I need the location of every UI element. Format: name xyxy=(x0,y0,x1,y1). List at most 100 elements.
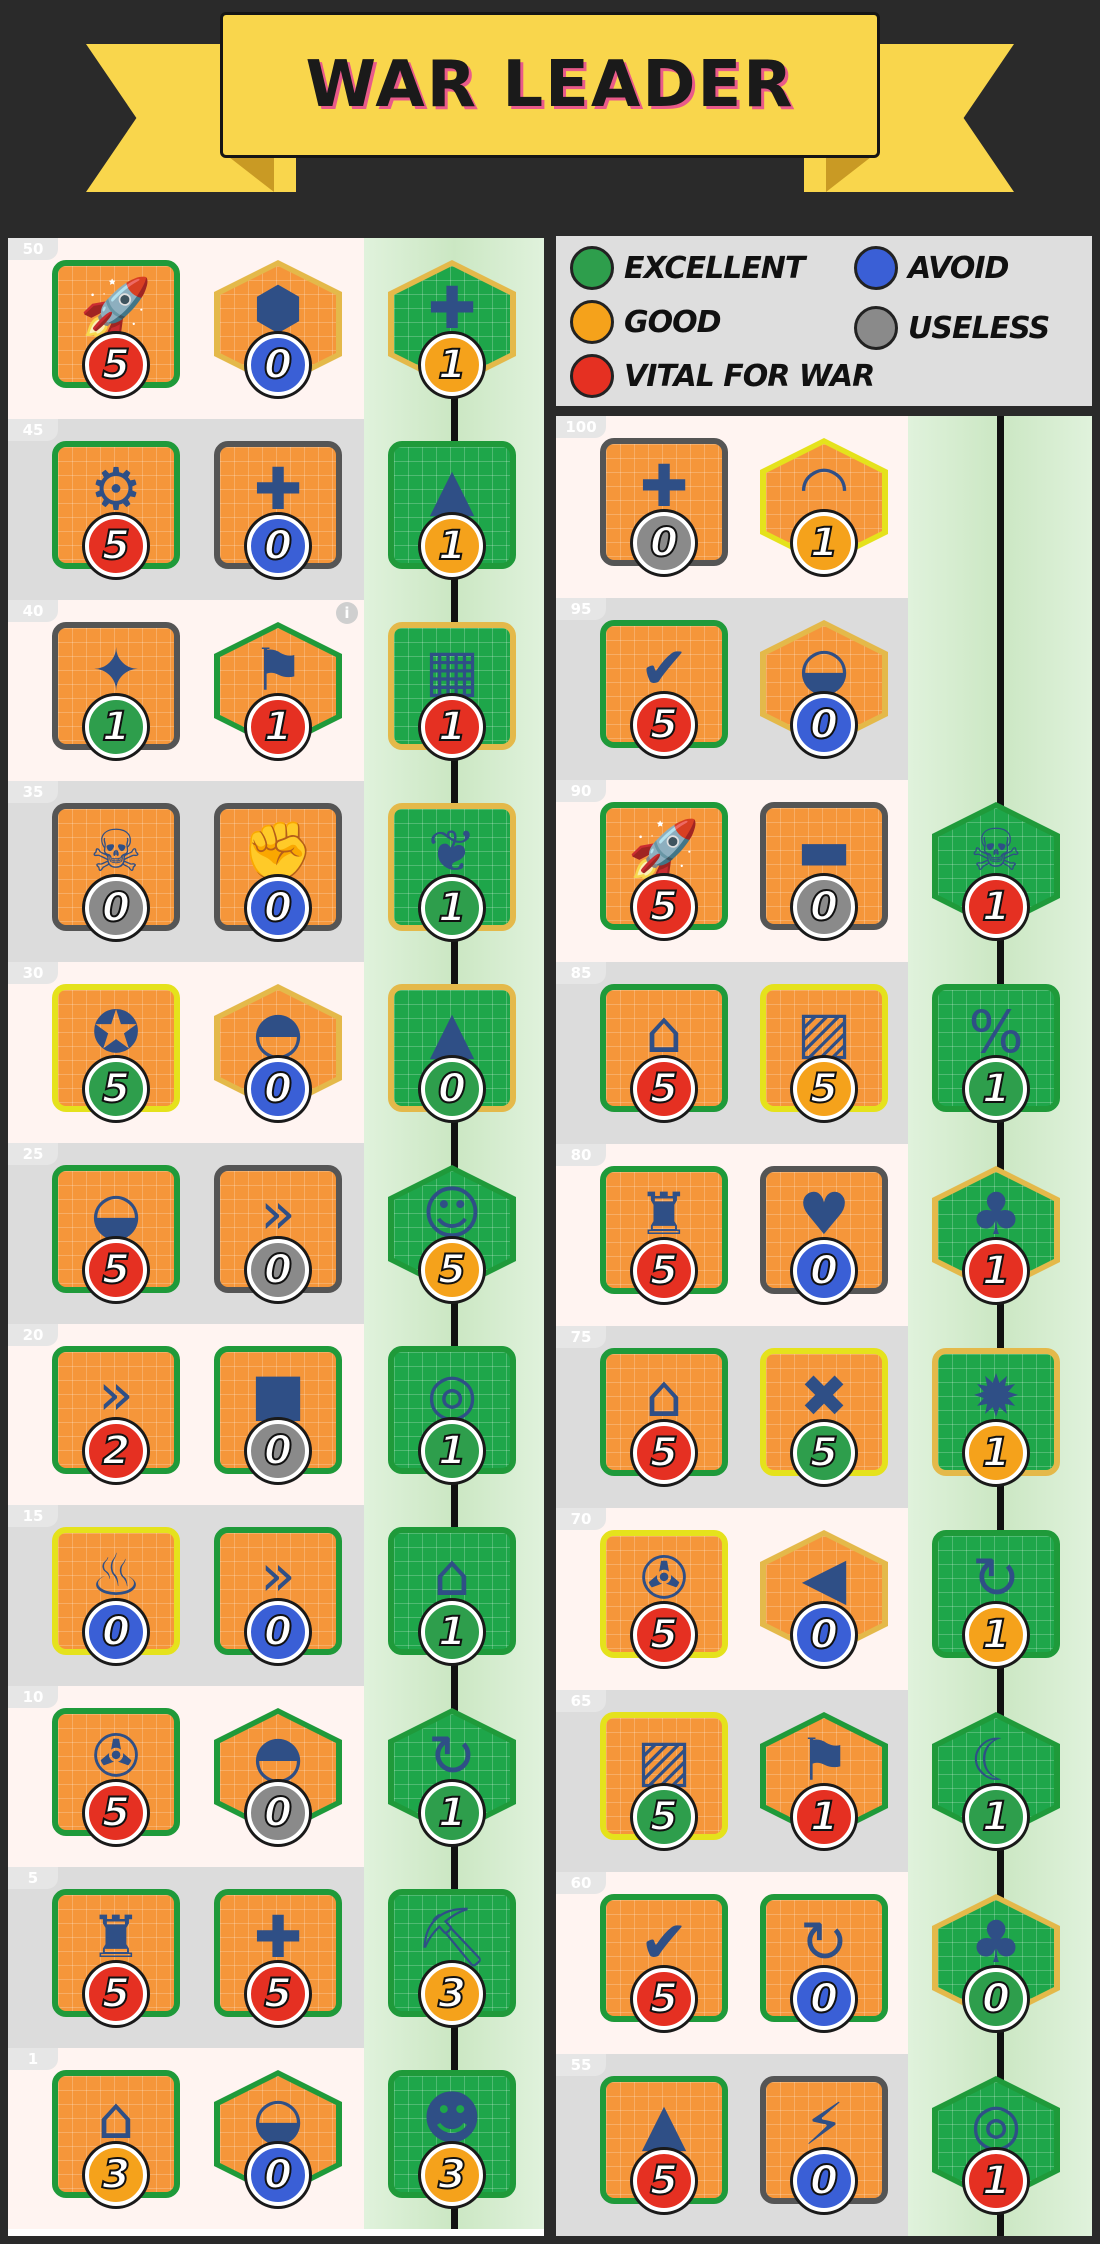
legend-label: AVOID xyxy=(908,250,1009,286)
rating-badge: 1 xyxy=(965,1786,1027,1848)
helmet-heal-skill[interactable]: ✚ 0 xyxy=(214,441,342,577)
rating-badge: 1 xyxy=(421,877,483,939)
rating-badge: 5 xyxy=(633,1604,695,1666)
rating-badge: 1 xyxy=(793,512,855,574)
soldier-boost-skill[interactable]: ⚡ 0 xyxy=(760,2076,888,2212)
explosion-mask-skill[interactable]: ✹ 1 xyxy=(932,1348,1060,1484)
soldier-robot-skill[interactable]: ✇ 5 xyxy=(52,1708,180,1844)
level-label: 55 xyxy=(556,2054,606,2076)
target-mask-skill[interactable]: ◎ 1 xyxy=(388,1346,516,1482)
rubble-skill[interactable]: ▨ 5 xyxy=(760,984,888,1120)
refresh-2-skill[interactable]: ↻ 1 xyxy=(388,1708,516,1844)
leaf-up-skill[interactable]: ❦ 1 xyxy=(388,803,516,939)
hq-speed-skill[interactable]: ⌂ 5 xyxy=(600,1348,728,1484)
double-chevron-skill[interactable]: » 0 xyxy=(214,1165,342,1301)
medkit-skill[interactable]: ✚ 5 xyxy=(214,1889,342,2025)
check-shield-skill[interactable]: ✔ 5 xyxy=(600,1894,728,2030)
megaphone-skill[interactable]: ◀ 0 xyxy=(760,1530,888,1666)
info-icon[interactable]: i xyxy=(336,602,358,624)
building-up-skill[interactable]: ▲ 0 xyxy=(388,984,516,1120)
gear-shield-skill[interactable]: ⚙ 5 xyxy=(52,441,180,577)
tower-up-skill[interactable]: ♜ 5 xyxy=(600,1166,728,1302)
legend-label: EXCELLENT xyxy=(624,250,805,286)
missile-skill[interactable]: 🚀 5 xyxy=(600,802,728,938)
zombie-exp-skill[interactable]: ☻ 3 xyxy=(388,2070,516,2206)
tower-skill[interactable]: ♜ 5 xyxy=(52,1889,180,2025)
legend-dot-excellent xyxy=(570,246,614,290)
rating-badge: 0 xyxy=(247,1782,309,1844)
rating-badge: 0 xyxy=(633,512,695,574)
soldier-up-skill[interactable]: ▲ 5 xyxy=(600,2076,728,2212)
landmine-skill[interactable]: ⬢ 0 xyxy=(214,260,342,396)
free-build-skill[interactable]: ⌂ 1 xyxy=(388,1527,516,1663)
level-label: 35 xyxy=(8,781,58,803)
bush-skill[interactable]: ♣ 0 xyxy=(932,1894,1060,2030)
mask-refresh-skill[interactable]: ↻ 1 xyxy=(932,1530,1060,1666)
palm-tree-skill[interactable]: ♣ 1 xyxy=(932,1166,1060,1302)
level-label: 5 xyxy=(8,1867,58,1889)
check-shield-skill[interactable]: ✔ 5 xyxy=(600,620,728,756)
legend-dot-good xyxy=(570,300,614,344)
level-label: 75 xyxy=(556,1326,606,1348)
blue-helmet-skill[interactable]: ◓ 0 xyxy=(214,1708,342,1844)
level-label: 50 xyxy=(8,238,58,260)
fire-skill[interactable]: ♨ 0 xyxy=(52,1527,180,1663)
laser-gun-skill[interactable]: ✦ 1 xyxy=(52,622,180,758)
mask-skill[interactable]: ◠ 1 xyxy=(760,438,888,574)
demon-skull-skill[interactable]: ☠ 1 xyxy=(932,802,1060,938)
goggle-helmet-skill[interactable]: ◓ 0 xyxy=(214,984,342,1120)
flag-up-skill[interactable]: ⚑ 1 xyxy=(760,1712,888,1848)
muscle-shield-skill[interactable]: ✊ 0 xyxy=(214,803,342,939)
army-helmet-skill[interactable]: ◒ 0 xyxy=(760,620,888,756)
discount-ticket-skill[interactable]: % 1 xyxy=(932,984,1060,1120)
level-label: 80 xyxy=(556,1144,606,1166)
legend-label: USELESS xyxy=(908,310,1050,346)
rating-badge: 0 xyxy=(421,1058,483,1120)
helmet-refresh-skill[interactable]: ↻ 0 xyxy=(760,1894,888,2030)
rating-badge: 5 xyxy=(633,876,695,938)
rating-badge: 1 xyxy=(965,876,1027,938)
rating-badge: 1 xyxy=(421,1420,483,1482)
rating-badge: 0 xyxy=(85,1601,147,1663)
rating-badge: 5 xyxy=(633,1968,695,2030)
army-helmet-skill[interactable]: ◒ 5 xyxy=(52,1165,180,1301)
rating-badge: 5 xyxy=(421,1239,483,1301)
level-label: 100 xyxy=(556,416,606,438)
soldier-medal-skill[interactable]: ✪ 5 xyxy=(52,984,180,1120)
heart-plus-skill[interactable]: ♥ 0 xyxy=(760,1166,888,1302)
title-banner: WAR LEADER xyxy=(220,12,880,158)
legend-item-good: GOOD xyxy=(570,300,722,344)
rubble-skill[interactable]: ▨ 5 xyxy=(600,1712,728,1848)
rating-badge: 0 xyxy=(247,1420,309,1482)
legend: EXCELLENT AVOID GOOD USELESS VITAL FOR W… xyxy=(556,236,1092,406)
whirlwind-skill[interactable]: ◎ 1 xyxy=(932,2076,1060,2212)
truck-shield-skill[interactable]: ▬ 0 xyxy=(760,802,888,938)
hq-mask-skill[interactable]: ▲ 1 xyxy=(388,441,516,577)
horns-skill[interactable]: ☾ 1 xyxy=(932,1712,1060,1848)
army-helmet-skill[interactable]: ◒ 0 xyxy=(214,2070,342,2206)
helmet-heal-skill[interactable]: ✚ 0 xyxy=(600,438,728,574)
commander-portrait-skill[interactable]: ☺ 5 xyxy=(388,1165,516,1301)
rating-badge: 1 xyxy=(965,1422,1027,1484)
level-label: 60 xyxy=(556,1872,606,1894)
pickaxe-exp-skill[interactable]: ⛏ 3 xyxy=(388,1889,516,2025)
helmets-speed-skill[interactable]: » 0 xyxy=(214,1527,342,1663)
level-label: 90 xyxy=(556,780,606,802)
hq-speed-skill[interactable]: ⌂ 5 xyxy=(600,984,728,1120)
gift-box-skill[interactable]: ■ 0 xyxy=(214,1346,342,1482)
versus-up-skill[interactable]: ✖ 5 xyxy=(760,1348,888,1484)
house-skill[interactable]: ⌂ 3 xyxy=(52,2070,180,2206)
rating-badge: 1 xyxy=(421,334,483,396)
skull-shield-skill[interactable]: ☠ 0 xyxy=(52,803,180,939)
flag-skill[interactable]: ⚑ 1 xyxy=(214,622,342,758)
missile-skill[interactable]: 🚀 5 xyxy=(52,260,180,396)
wall-mask-skill[interactable]: ▦ 1 xyxy=(388,622,516,758)
rating-badge: 1 xyxy=(965,2150,1027,2212)
cannon-skill[interactable]: ✇ 5 xyxy=(600,1530,728,1666)
helmet-speed-skill[interactable]: » 2 xyxy=(52,1346,180,1482)
rating-badge: 1 xyxy=(965,1240,1027,1302)
golden-mask-plus-skill[interactable]: ✚ 1 xyxy=(388,260,516,396)
rating-badge: 0 xyxy=(247,1239,309,1301)
rating-badge: 5 xyxy=(247,1963,309,2025)
legend-dot-avoid xyxy=(854,246,898,290)
